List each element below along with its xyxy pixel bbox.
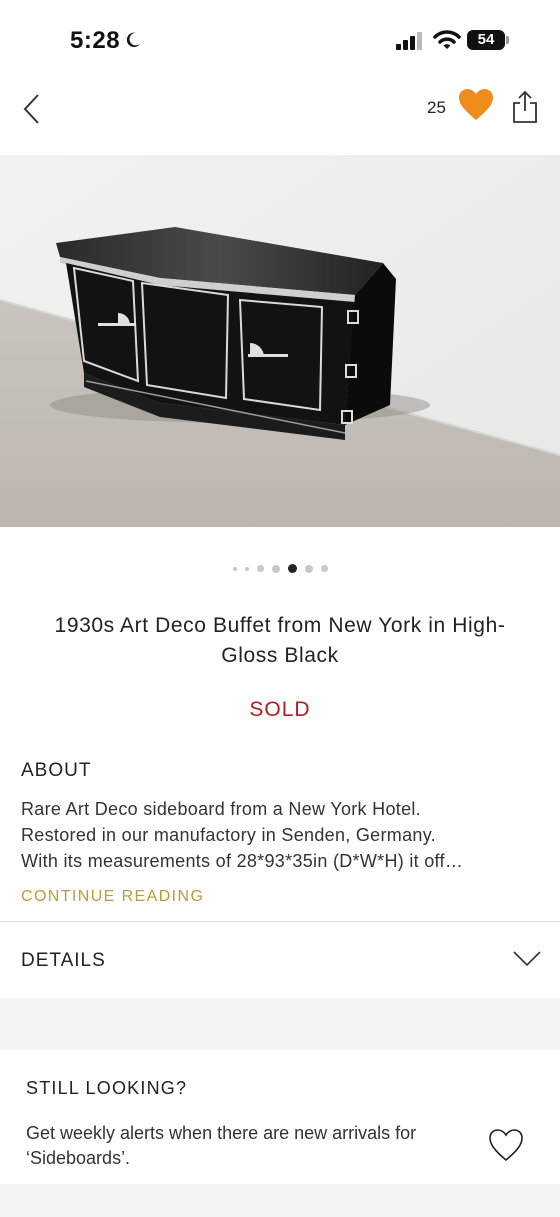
carousel-dot[interactable]: [287, 564, 297, 574]
share-icon[interactable]: [511, 90, 539, 124]
carousel-dot[interactable]: [304, 564, 313, 573]
section-spacer: [0, 998, 560, 1050]
status-time: 5:28: [70, 27, 121, 54]
back-chevron-icon[interactable]: [20, 92, 46, 126]
about-text: Rare Art Deco sideboard from a New York …: [21, 796, 541, 874]
details-accordion[interactable]: DETAILS: [0, 922, 560, 998]
carousel-dot[interactable]: [244, 566, 249, 571]
still-looking-heading: STILL LOOKING?: [26, 1078, 188, 1098]
product-title-line-2: Gloss Black: [221, 644, 339, 667]
about-heading: ABOUT: [21, 760, 92, 781]
still-looking-text: Get weekly alerts when there are new arr…: [26, 1121, 466, 1171]
battery-tip: [506, 36, 509, 44]
product-photo[interactable]: [0, 155, 560, 527]
still-looking-line-2: ‘Sideboards’.: [26, 1148, 131, 1168]
battery-level: 54: [477, 31, 495, 48]
carousel-dot[interactable]: [256, 565, 264, 573]
status-bar: 5:28 54: [0, 0, 560, 80]
heart-icon[interactable]: [458, 88, 494, 122]
chevron-down-icon: [513, 951, 541, 967]
battery-indicator: 54: [467, 30, 505, 50]
cellular-signal-icon: [396, 32, 422, 50]
sold-status: SOLD: [249, 698, 311, 721]
still-looking-line-1: Get weekly alerts when there are new arr…: [26, 1123, 417, 1143]
product-image: [0, 155, 560, 527]
details-heading: DETAILS: [21, 950, 106, 971]
wifi-icon: [433, 30, 461, 49]
still-looking-card: STILL LOOKING? Get weekly alerts when th…: [0, 1050, 560, 1184]
moon-icon: [126, 32, 141, 48]
nav-bar: 25: [0, 80, 560, 155]
carousel-dots[interactable]: [0, 560, 560, 574]
heart-outline-icon[interactable]: [488, 1128, 524, 1162]
about-line-1: Rare Art Deco sideboard from a New York …: [21, 799, 421, 819]
favorites-count: 25: [427, 98, 446, 117]
about-line-3: With its measurements of 28*93*35in (D*W…: [21, 851, 464, 871]
carousel-dot[interactable]: [232, 566, 237, 571]
continue-reading-link[interactable]: CONTINUE READING: [21, 888, 204, 906]
about-line-2: Restored in our manufactory in Senden, G…: [21, 825, 436, 845]
product-title-line-1: 1930s Art Deco Buffet from New York in H…: [54, 614, 506, 637]
carousel-dot[interactable]: [320, 565, 328, 573]
carousel-dot[interactable]: [271, 564, 280, 573]
product-title: 1930s Art Deco Buffet from New York in H…: [20, 611, 540, 671]
bottom-spacer: [0, 1184, 560, 1217]
